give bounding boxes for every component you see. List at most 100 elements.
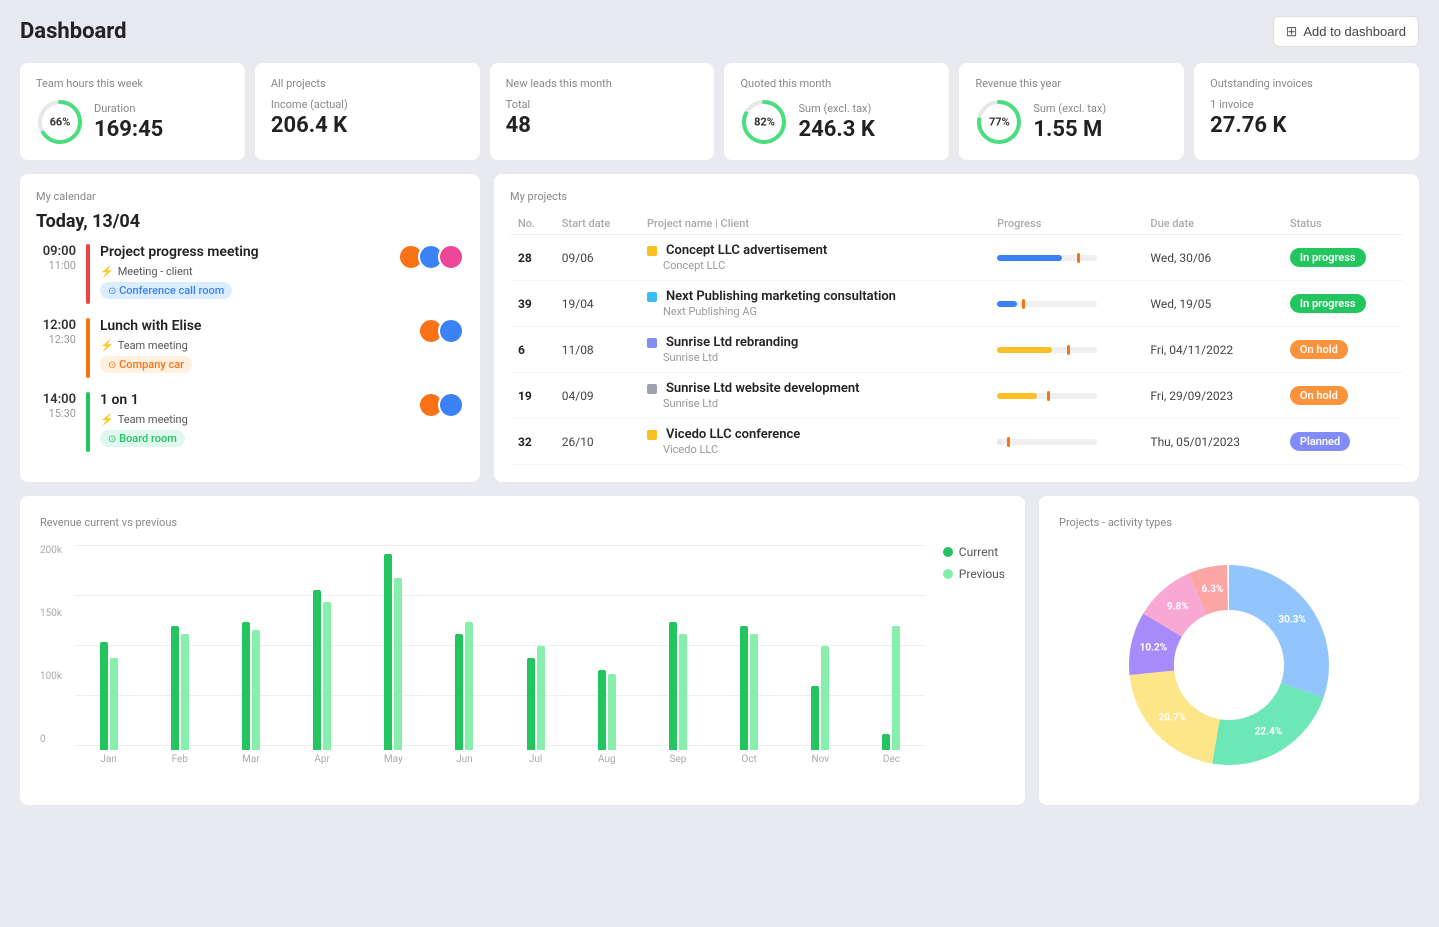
bar-group: Nov [787,550,854,765]
progress-marker [1067,345,1070,355]
progress-fill [997,393,1037,399]
bar-month-label: Jun [456,754,473,765]
project-no: 19 [510,373,554,419]
projects-label: My projects [510,190,1403,203]
project-progress [989,373,1142,419]
bar-month-label: Dec [883,754,900,765]
progress-marker [1047,391,1050,401]
bar-current [313,590,321,750]
bar-group: Sep [644,550,711,765]
bar-previous [252,630,260,750]
dashboard-header: Dashboard ⊞ Add to dashboard [20,16,1419,47]
projects-col-header: Status [1282,213,1403,235]
event-tag: ⚡ Meeting - client [100,265,193,278]
bar-group: Oct [716,550,783,765]
bar-month-label: Jul [529,754,542,765]
progress-fill [997,301,1017,307]
bar-chart-inner: 200k150k100k0 Jan Feb Mar Apr May [40,545,1005,785]
kpi-label: New leads this month [506,77,699,90]
bar-current [882,734,890,750]
project-progress [989,327,1142,373]
add-dashboard-button[interactable]: ⊞ Add to dashboard [1273,16,1419,47]
bar-group: Mar [217,550,284,765]
project-name-cell: Sunrise Ltd rebranding Sunrise Ltd [639,327,989,373]
bar-group: Jan [75,550,142,765]
pie-chart-container: 30.3%22.4%20.7%10.2%9.8%6.3% [1059,545,1399,785]
bar-current [242,622,250,750]
project-due: Fri, 29/09/2023 [1142,373,1282,419]
donut-wrap: 82% [740,98,788,146]
dashboard-page: Dashboard ⊞ Add to dashboard Team hours … [0,0,1439,927]
bar-previous [821,646,829,750]
project-status: On hold [1282,373,1403,419]
bar-current [171,626,179,750]
kpi-card-0: Team hours this week 66% Duration169:45 [20,63,245,160]
progress-marker [1077,253,1080,263]
projects-col-header: Start date [554,213,639,235]
project-start: 19/04 [554,281,639,327]
project-start: 11/08 [554,327,639,373]
kpi-label: Revenue this year [975,77,1168,90]
project-start: 04/09 [554,373,639,419]
chart-legend: Current Previous [943,545,1005,581]
project-name[interactable]: Sunrise Ltd website development [666,381,860,396]
bar-previous [679,634,687,750]
event-tag: ⚡ Team meeting [100,413,188,426]
kpi-card-4: Revenue this year 77% Sum (excl. tax)1.5… [959,63,1184,160]
kpi-label: Outstanding invoices [1210,77,1403,90]
revenue-chart-card: Revenue current vs previous 200k150k100k… [20,496,1025,805]
progress-marker [1022,299,1025,309]
table-row: 19 04/09 Sunrise Ltd website development… [510,373,1403,419]
bar-previous [181,634,189,750]
bottom-row: Revenue current vs previous 200k150k100k… [20,496,1419,805]
project-progress [989,281,1142,327]
project-due: Wed, 30/06 [1142,235,1282,281]
pie-label: 6.3% [1201,584,1223,595]
project-name[interactable]: Next Publishing marketing consultation [666,289,896,304]
event-badge: ⊙ Company car [100,356,192,373]
project-progress [989,235,1142,281]
project-status: Planned [1282,419,1403,465]
avatar-group [418,318,464,344]
pie-chart-label: Projects - activity types [1059,516,1399,529]
project-client: Concept LLC [663,259,725,272]
bar-current [527,658,535,750]
project-no: 28 [510,235,554,281]
bar-current [811,686,819,750]
bar-previous [323,602,331,750]
kpi-label: Team hours this week [36,77,229,90]
bar-month-label: Sep [670,754,687,765]
project-start: 26/10 [554,419,639,465]
project-dot [647,338,657,348]
y-axis: 200k150k100k0 [40,545,70,745]
project-name[interactable]: Vicedo LLC conference [666,427,800,442]
project-due: Thu, 05/01/2023 [1142,419,1282,465]
progress-bar [997,393,1097,399]
bar-group: Apr [289,550,356,765]
bar-previous [537,646,545,750]
projects-col-header: No. [510,213,554,235]
pie-chart-card: Projects - activity types 30.3%22.4%20.7… [1039,496,1419,805]
project-status: On hold [1282,327,1403,373]
calendar-event: 09:00 11:00 Project progress meeting ⚡ M… [36,244,464,304]
project-name[interactable]: Sunrise Ltd rebranding [666,335,798,350]
table-row: 28 09/06 Concept LLC advertisement Conce… [510,235,1403,281]
grid-line [75,545,925,546]
project-status: In progress [1282,281,1403,327]
calendar-event: 12:00 12:30 Lunch with Elise ⚡ Team meet… [36,318,464,378]
bar-chart: 200k150k100k0 Jan Feb Mar Apr May [40,545,1005,785]
progress-fill [997,255,1062,261]
bars-container: Jan Feb Mar Apr May Jun [75,565,925,765]
kpi-card-1: All projectsIncome (actual)206.4 K [255,63,480,160]
project-client: Next Publishing AG [663,305,757,318]
event-bar [86,318,90,378]
avatar [438,392,464,418]
kpi-label: Quoted this month [740,77,933,90]
legend-dot [943,547,953,557]
event-title: 1 on 1 [100,392,408,408]
progress-bar [997,347,1097,353]
pie-segment [1212,683,1323,765]
project-name[interactable]: Concept LLC advertisement [666,243,827,258]
donut-pct: 66% [50,116,71,129]
donut-pct: 77% [989,116,1010,129]
